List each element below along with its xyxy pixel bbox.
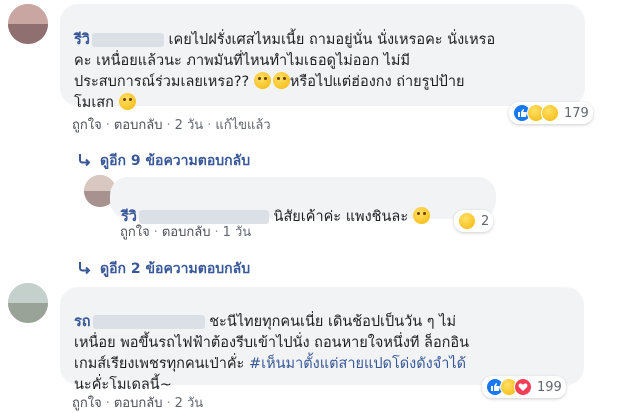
timestamp[interactable]: 2 วัน [175, 114, 204, 135]
reaction-summary[interactable]: 179 [509, 102, 593, 124]
commenter-name[interactable]: รีวิ [74, 32, 164, 48]
reply-arrow-icon [79, 262, 91, 275]
reaction-summary[interactable]: 2 [454, 210, 494, 232]
reply-arrow-icon [79, 154, 91, 167]
comment-actions: ถูกใจ · ตอบกลับ · 2 วัน [72, 392, 203, 413]
comment-text: รถ ชะนีไทยทุกคนเนี่ย เดินช้อปเป็นวัน ๆ ไ… [74, 314, 470, 393]
hashtag-link[interactable]: #เห็นมาตั้งแต่สายแปดโด่งดังจำได้ [249, 356, 466, 372]
reply-link[interactable]: ตอบกลับ [162, 221, 211, 242]
view-more-replies-link[interactable]: ดูอีก 2 ข้อความตอบกลับ [78, 258, 250, 280]
reaction-count: 2 [481, 213, 490, 229]
reaction-count: 179 [564, 105, 589, 121]
relieved-emoji-icon [118, 93, 136, 110]
comment-actions: ถูกใจ · ตอบกลับ · 2 วัน · แก้ไขแล้ว [72, 114, 271, 135]
view-more-replies-link[interactable]: ดูอีก 9 ข้อความตอบกลับ [78, 150, 250, 172]
timestamp[interactable]: 1 วัน [223, 221, 252, 242]
haha-icon [458, 212, 476, 230]
comment-actions: ถูกใจ · ตอบกลับ · 1 วัน [120, 221, 251, 242]
like-link[interactable]: ถูกใจ [120, 221, 150, 242]
pouting-emoji-icon [253, 72, 271, 89]
redacted-name [92, 315, 205, 329]
reply-link[interactable]: ตอบกลับ [114, 392, 163, 413]
reply-link[interactable]: ตอบกลับ [114, 114, 163, 135]
sad-icon [541, 104, 559, 122]
love-icon [514, 378, 532, 396]
comment-text: รีวิ เคยไปฝรั่งเศสไหมเนี้ย ถามอยู่นั่น น… [74, 32, 496, 111]
grinning-emoji-icon [412, 207, 430, 224]
redacted-name [91, 33, 164, 47]
reaction-count: 199 [537, 379, 562, 395]
reaction-summary[interactable]: 199 [482, 376, 566, 398]
avatar[interactable] [8, 4, 48, 44]
edited-label[interactable]: แก้ไขแล้ว [215, 114, 270, 135]
like-link[interactable]: ถูกใจ [72, 114, 102, 135]
commenter-name[interactable]: รถ [74, 314, 205, 330]
timestamp[interactable]: 2 วัน [175, 392, 204, 413]
avatar[interactable] [8, 283, 48, 323]
like-link[interactable]: ถูกใจ [72, 392, 102, 413]
pouting-emoji-icon [272, 72, 290, 89]
